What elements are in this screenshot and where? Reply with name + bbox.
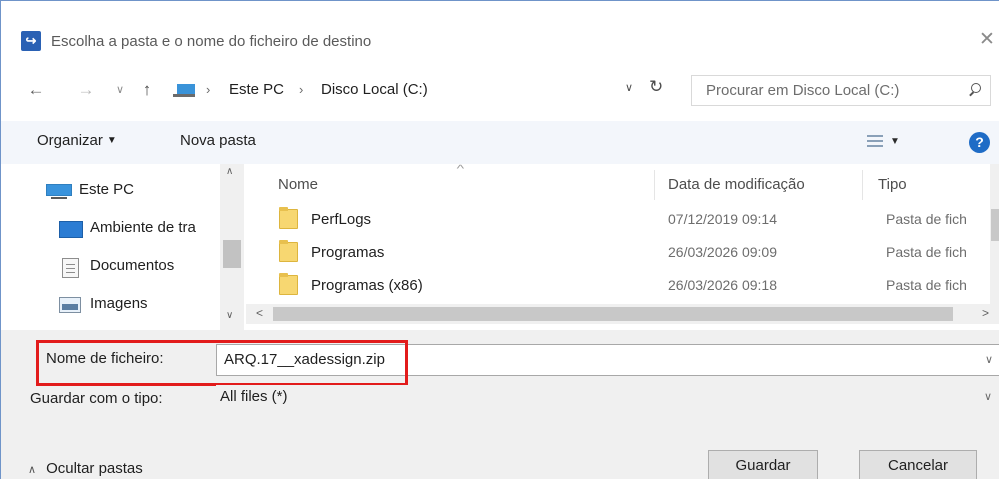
title-bar: ↪ Escolha a pasta e o nome do ficheiro d…: [1, 1, 999, 63]
search-input[interactable]: Procurar em Disco Local (C:): [691, 75, 991, 106]
search-placeholder: Procurar em Disco Local (C:): [706, 82, 900, 99]
chevron-down-icon: ∨: [984, 391, 993, 403]
dialog-title: Escolha a pasta e o nome do ficheiro de …: [51, 33, 372, 50]
computer-icon: [173, 84, 195, 97]
up-arrow-icon[interactable]: ↑: [137, 79, 157, 101]
column-header-name[interactable]: Nome: [278, 176, 318, 193]
nav-item-pictures[interactable]: Imagens: [59, 288, 219, 318]
file-type: Pasta de fich: [886, 244, 967, 260]
chevron-down-icon: ▼: [106, 135, 117, 146]
file-list-vertical-scrollbar[interactable]: [990, 164, 999, 304]
nav-pane-scrollbar[interactable]: ∧ ∨: [220, 164, 244, 330]
nav-item-label: Imagens: [90, 295, 148, 312]
breadcrumb-separator: ›: [206, 82, 211, 97]
nav-item-label: Este PC: [79, 181, 135, 198]
hide-folders-toggle[interactable]: ∧ Ocultar pastas: [28, 460, 143, 477]
folder-icon: [279, 273, 298, 295]
computer-icon: [46, 184, 72, 200]
pictures-icon: [59, 297, 81, 313]
breadcrumb-este-pc[interactable]: Este PC: [229, 81, 284, 98]
column-divider[interactable]: [862, 170, 863, 200]
scroll-up-icon[interactable]: ∧: [226, 166, 233, 177]
breadcrumb-disco-local[interactable]: Disco Local (C:): [321, 81, 428, 98]
scroll-down-icon[interactable]: ∨: [226, 310, 233, 321]
filetype-value: All files (*): [220, 388, 288, 405]
file-row[interactable]: PerfLogs 07/12/2019 09:14 Pasta de fich: [268, 207, 988, 232]
refresh-icon[interactable]: ↻: [649, 77, 663, 97]
file-row[interactable]: Programas 26/03/2026 09:09 Pasta de fich: [268, 240, 988, 265]
column-divider[interactable]: [654, 170, 655, 200]
view-options-chevron-icon[interactable]: ▼: [890, 136, 900, 147]
file-name: Programas: [311, 244, 385, 261]
recent-locations-chevron-icon[interactable]: ∨: [112, 79, 128, 101]
organize-button[interactable]: Organizar ▼: [37, 132, 117, 149]
file-type: Pasta de fich: [886, 211, 967, 227]
close-icon[interactable]: ✕: [979, 29, 999, 51]
nav-item-este-pc[interactable]: Este PC: [46, 174, 216, 204]
file-row[interactable]: Programas (x86) 26/03/2026 09:18 Pasta d…: [268, 273, 988, 298]
address-dropdown-icon[interactable]: ∨: [625, 81, 633, 94]
folder-icon: [279, 240, 298, 262]
hide-folders-label: Ocultar pastas: [46, 460, 143, 477]
save-form: Nome de ficheiro: ARQ.17__xadessign.zip …: [1, 330, 999, 479]
forward-arrow-icon[interactable]: →: [75, 79, 97, 101]
scroll-right-icon[interactable]: >: [982, 306, 989, 320]
chevron-up-icon: ∧: [28, 464, 37, 476]
new-folder-button[interactable]: Nova pasta: [180, 132, 256, 149]
column-header-date[interactable]: Data de modificação: [668, 176, 805, 193]
save-button[interactable]: Guardar: [708, 450, 818, 479]
file-type: Pasta de fich: [886, 277, 967, 293]
desktop-icon: [59, 221, 83, 238]
file-name: PerfLogs: [311, 211, 372, 228]
help-icon[interactable]: ?: [969, 132, 990, 153]
back-arrow-icon[interactable]: ←: [25, 79, 47, 101]
nav-item-label: Documentos: [90, 257, 175, 274]
file-list-horizontal-scrollbar[interactable]: < >: [246, 304, 999, 324]
file-date: 07/12/2019 09:14: [668, 211, 777, 227]
documents-icon: [62, 258, 79, 278]
address-bar[interactable]: › Este PC › Disco Local (C:): [166, 76, 686, 105]
app-icon: ↪: [21, 31, 41, 51]
cancel-button[interactable]: Cancelar: [859, 450, 977, 479]
organize-label: Organizar: [37, 132, 103, 149]
nav-item-label: Ambiente de tra: [90, 219, 196, 236]
navigation-pane: Este PC Ambiente de tra Documentos Image…: [1, 164, 246, 330]
nav-item-desktop[interactable]: Ambiente de tra: [59, 212, 219, 242]
file-date: 26/03/2026 09:09: [668, 244, 777, 260]
file-date: 26/03/2026 09:18: [668, 277, 777, 293]
column-header-type[interactable]: Tipo: [878, 176, 907, 193]
folder-icon: [279, 207, 298, 229]
sort-ascending-icon: ^: [456, 164, 465, 175]
filename-highlight-annotation: [36, 340, 408, 386]
chevron-down-icon[interactable]: ∨: [985, 353, 993, 366]
scrollbar-thumb[interactable]: [991, 209, 999, 241]
nav-item-documents[interactable]: Documentos: [59, 250, 219, 280]
save-file-dialog: ↪ Escolha a pasta e o nome do ficheiro d…: [0, 0, 999, 479]
search-icon[interactable]: [968, 83, 982, 97]
scrollbar-thumb[interactable]: [223, 240, 241, 268]
filetype-label: Guardar com o tipo:: [30, 390, 163, 407]
view-options-icon[interactable]: [867, 134, 883, 148]
filetype-select[interactable]: All files (*) ∨: [216, 385, 999, 411]
file-name: Programas (x86): [311, 277, 423, 294]
scroll-left-icon[interactable]: <: [256, 306, 263, 320]
command-bar: Organizar ▼ Nova pasta ▼ ?: [1, 121, 999, 164]
scrollbar-thumb[interactable]: [273, 307, 953, 321]
breadcrumb-separator: ›: [299, 82, 304, 97]
